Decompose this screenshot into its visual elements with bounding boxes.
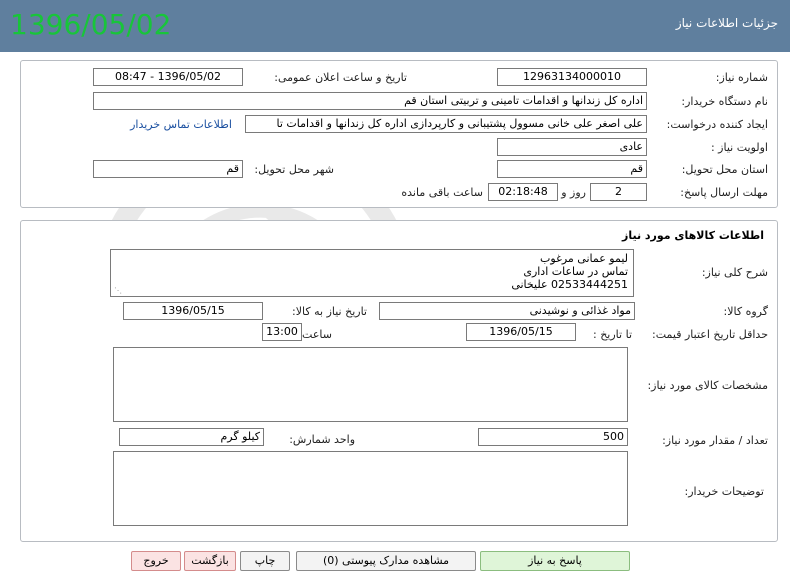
group-label: گروه کالا: [723,305,768,318]
notes-textarea [113,451,628,526]
city-field: قم [93,160,243,178]
province-field: قم [497,160,647,178]
need-date-label: تاریخ نیاز به کالا: [292,305,367,318]
page-header: جزئیات اطلاعات نیاز 1396/05/02 [0,0,790,52]
desc-label: شرح کلی نیاز: [701,266,768,279]
time-left-suffix: ساعت باقی مانده [401,186,483,199]
desc-line-1: لیمو عمانی مرغوب [540,252,628,265]
respond-button[interactable]: پاسخ به نیاز [480,551,630,571]
announce-field: 1396/05/02 - 08:47 [93,68,243,86]
qty-field: 500 [478,428,628,446]
time-field: 13:00 [262,323,302,341]
desc-textarea: لیمو عمانی مرغوب تماس در ساعات اداری 025… [110,249,634,297]
time-left-field: 02:18:48 [488,183,558,201]
back-button[interactable]: بازگشت [184,551,236,571]
exit-button[interactable]: خروج [131,551,181,571]
specs-label: مشخصات کالای مورد نیاز: [647,379,768,392]
creator-label: ایجاد کننده درخواست: [666,118,768,131]
until-date-field: 1396/05/15 [466,323,576,341]
unit-field: کیلو گرم [119,428,264,446]
announce-label: تاریخ و ساعت اعلان عمومی: [274,71,407,84]
desc-line-3: 02533444251 علیخانی [511,278,628,291]
days-suffix: روز و [561,186,586,199]
province-label: استان محل تحویل: [681,163,768,176]
specs-textarea [113,347,628,422]
city-label: شهر محل تحویل: [254,163,334,176]
print-button[interactable]: چاپ [240,551,290,571]
unit-label: واحد شمارش: [289,433,355,446]
group-field: مواد غذائی و نوشیدنی [379,302,635,320]
validity-label: حداقل تاریخ اعتبار قیمت: [652,328,768,341]
need-number-label: شماره نیاز: [715,71,768,84]
attachments-button[interactable]: مشاهده مدارک پیوستی (0) [296,551,476,571]
buyer-field: اداره کل زندانها و اقدامات تامینی و تربی… [93,92,647,110]
qty-label: تعداد / مقدار مورد نیاز: [662,434,768,447]
date-stamp: 1396/05/02 [10,8,172,41]
priority-label: اولویت نیاز : [710,141,768,154]
need-number-field: 12963134000010 [497,68,647,86]
until-label: تا تاریخ : [593,328,632,341]
buyer-label: نام دستگاه خریدار: [681,95,768,108]
goods-section-title: اطلاعات کالاهای مورد نیاز [622,229,764,242]
notes-label: توضیحات خریدار: [684,485,765,498]
priority-field: عادی [497,138,647,156]
page-title: جزئیات اطلاعات نیاز [675,16,778,30]
days-field: 2 [590,183,647,201]
need-date-field: 1396/05/15 [123,302,263,320]
buyer-contact-link[interactable]: اطلاعات تماس خریدار [130,118,232,131]
desc-line-2: تماس در ساعات اداری [523,265,628,278]
deadline-label: مهلت ارسال پاسخ: [680,186,768,199]
creator-field: علی اصغر علی خانی مسوول پشتیبانی و کارپر… [245,115,647,133]
resize-grip-icon: ⋰ [114,286,122,295]
